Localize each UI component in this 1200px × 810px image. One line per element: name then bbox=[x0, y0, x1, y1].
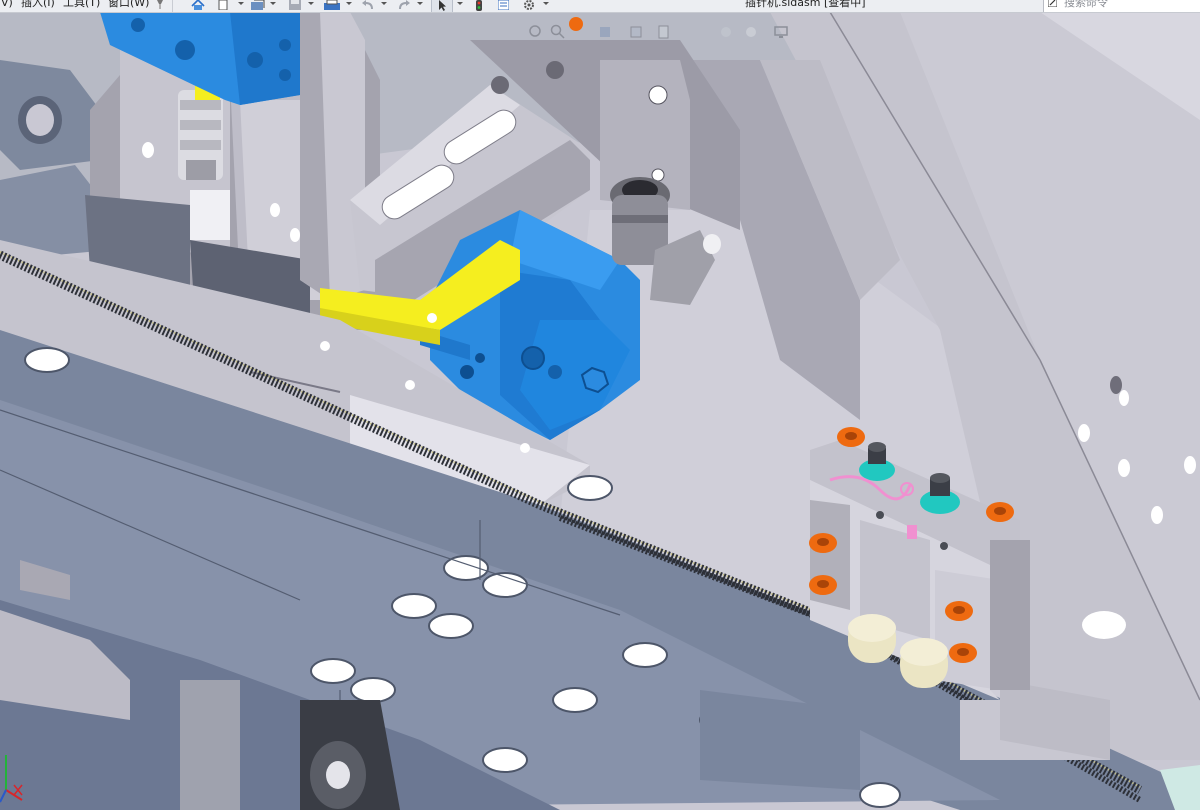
menu-insert[interactable]: 插入(I) bbox=[21, 0, 55, 9]
print-dropdown-icon[interactable] bbox=[346, 2, 352, 5]
select-icon bbox=[438, 0, 446, 11]
print-button[interactable] bbox=[323, 0, 341, 12]
zoom-to-area-icon[interactable] bbox=[550, 24, 566, 40]
file-properties-icon bbox=[497, 0, 509, 10]
reference-triad-icon bbox=[0, 755, 23, 803]
home-button[interactable] bbox=[190, 0, 206, 12]
open-dropdown-icon[interactable] bbox=[270, 2, 276, 5]
menu-window[interactable]: 窗口(W) bbox=[108, 0, 149, 9]
rebuild-icon bbox=[476, 0, 482, 11]
pin-icon bbox=[157, 0, 163, 9]
options-icon bbox=[524, 0, 534, 10]
cad-assembly-drawing bbox=[0, 12, 1200, 810]
select-button[interactable] bbox=[431, 0, 453, 12]
redo-icon bbox=[399, 0, 410, 9]
graphics-viewport[interactable] bbox=[0, 12, 1200, 810]
new-document-dropdown-icon[interactable] bbox=[238, 2, 244, 5]
zoom-to-fit-icon[interactable] bbox=[528, 24, 544, 40]
heads-up-view-toolbar bbox=[528, 17, 798, 46]
rebuild-button[interactable] bbox=[472, 0, 486, 12]
window-title: 插针机.sldasm [查看中] bbox=[745, 0, 866, 9]
title-toolbar-bar: V) 插入(I) 工具(T) 窗口(W) 插针机.sldasm [查看中] 搜索… bbox=[0, 0, 1200, 13]
undo-icon bbox=[362, 0, 373, 9]
save-button[interactable] bbox=[287, 0, 303, 12]
redo-button[interactable] bbox=[396, 0, 412, 12]
section-view-icon[interactable] bbox=[598, 24, 614, 40]
search-commands-box[interactable]: 搜索命令 bbox=[1043, 0, 1200, 12]
select-dropdown-icon[interactable] bbox=[457, 2, 463, 5]
options-dropdown-icon[interactable] bbox=[543, 2, 549, 5]
new-document-icon bbox=[218, 0, 228, 10]
menu-tools[interactable]: 工具(T) bbox=[63, 0, 100, 9]
options-button[interactable] bbox=[521, 0, 537, 12]
undo-button[interactable] bbox=[360, 0, 376, 12]
hide-show-items-icon[interactable] bbox=[718, 24, 734, 40]
file-properties-button[interactable] bbox=[496, 0, 510, 12]
open-icon bbox=[251, 0, 265, 10]
new-document-button[interactable] bbox=[216, 0, 230, 12]
search-input[interactable]: 搜索命令 bbox=[1064, 0, 1108, 9]
view-settings-icon[interactable] bbox=[773, 24, 789, 40]
search-icon bbox=[1048, 0, 1057, 7]
hex-bolt bbox=[580, 366, 610, 394]
menu-view[interactable]: V) bbox=[1, 0, 13, 9]
home-icon bbox=[191, 0, 205, 10]
edit-appearance-icon[interactable] bbox=[743, 24, 759, 40]
redo-dropdown-icon[interactable] bbox=[417, 2, 423, 5]
view-orientation-icon[interactable] bbox=[628, 24, 644, 40]
save-dropdown-icon[interactable] bbox=[308, 2, 314, 5]
print-icon bbox=[324, 0, 340, 10]
open-button[interactable] bbox=[250, 0, 266, 12]
save-icon bbox=[289, 0, 301, 10]
pin-menu-button[interactable] bbox=[153, 0, 167, 12]
undo-dropdown-icon[interactable] bbox=[381, 2, 387, 5]
previous-view-icon[interactable] bbox=[568, 16, 584, 32]
display-style-icon[interactable] bbox=[656, 24, 672, 40]
